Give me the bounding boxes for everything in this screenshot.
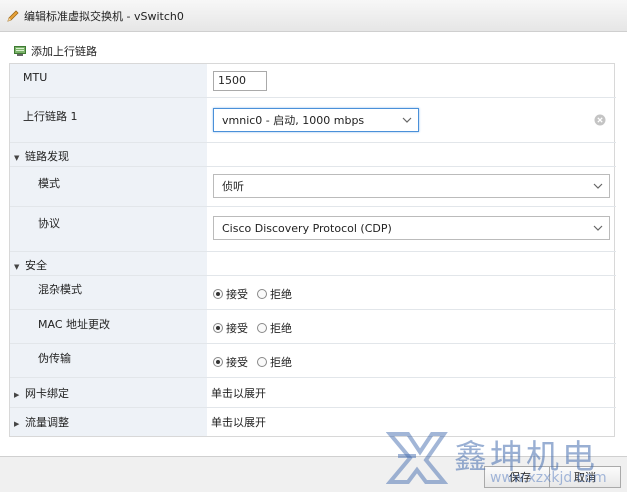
cancel-button[interactable]: 取消: [549, 466, 621, 488]
security-section[interactable]: ▼ 安全: [10, 252, 616, 276]
promiscuous-accept-radio[interactable]: 接受: [213, 286, 248, 302]
uplink-label: 上行链路 1: [23, 110, 78, 123]
dialog-titlebar: 编辑标准虚拟交换机 - vSwitch0: [0, 0, 627, 32]
mode-select-value: 侦听: [222, 180, 244, 193]
radio-unselected-icon: [257, 323, 267, 333]
mode-label: 模式: [38, 177, 60, 190]
add-uplink-label: 添加上行链路: [31, 45, 97, 58]
traffic-shaping-expand-hint[interactable]: 单击以展开: [211, 414, 266, 430]
expanded-triangle-icon: ▼: [14, 154, 20, 162]
expanded-triangle-icon: ▼: [14, 263, 20, 271]
mode-select[interactable]: 侦听: [213, 174, 610, 198]
radio-label: 拒绝: [270, 322, 292, 335]
mode-row: 模式 侦听: [10, 167, 616, 207]
nic-teaming-expand-hint[interactable]: 单击以展开: [211, 385, 266, 401]
link-discovery-header: ▼ 链路发现: [14, 148, 69, 164]
save-button[interactable]: 保存: [484, 466, 556, 488]
collapsed-triangle-icon: ▶: [14, 391, 20, 399]
radio-label: 拒绝: [270, 288, 292, 301]
radio-selected-icon: [213, 357, 223, 367]
mtu-row: MTU 1500: [10, 64, 616, 98]
nic-teaming-title: 网卡绑定: [25, 387, 69, 400]
protocol-select[interactable]: Cisco Discovery Protocol (CDP): [213, 216, 610, 240]
collapsed-triangle-icon: ▶: [14, 420, 20, 428]
mac-change-row: MAC 地址更改 接受 拒绝: [10, 310, 616, 344]
forged-transmits-accept-radio[interactable]: 接受: [213, 354, 248, 370]
traffic-shaping-title: 流量调整: [25, 416, 69, 429]
radio-label: 接受: [226, 322, 248, 335]
nic-teaming-header: ▶ 网卡绑定: [14, 385, 69, 401]
remove-uplink-icon[interactable]: [594, 114, 606, 126]
uplink-select-value: vmnic0 - 启动, 1000 mbps: [222, 114, 365, 127]
radio-selected-icon: [213, 323, 223, 333]
chevron-down-icon: [402, 117, 412, 123]
settings-panel: MTU 1500 上行链路 1 vmnic0 - 启动, 1000 mbps ▼…: [9, 63, 616, 437]
protocol-label: 协议: [38, 217, 60, 230]
promiscuous-reject-radio[interactable]: 拒绝: [257, 286, 292, 302]
radio-unselected-icon: [257, 289, 267, 299]
traffic-shaping-header: ▶ 流量调整: [14, 414, 69, 430]
radio-unselected-icon: [257, 357, 267, 367]
add-uplink-button[interactable]: 添加上行链路: [14, 44, 97, 58]
mac-change-label: MAC 地址更改: [38, 318, 110, 331]
pencil-icon: [7, 9, 19, 22]
mac-change-reject-radio[interactable]: 拒绝: [257, 320, 292, 336]
uplink-select[interactable]: vmnic0 - 启动, 1000 mbps: [213, 108, 419, 132]
radio-label: 拒绝: [270, 356, 292, 369]
chevron-down-icon: [593, 183, 603, 189]
nic-teaming-section[interactable]: ▶ 网卡绑定 单击以展开: [10, 378, 616, 408]
traffic-shaping-section[interactable]: ▶ 流量调整 单击以展开: [10, 408, 616, 437]
forged-transmits-reject-radio[interactable]: 拒绝: [257, 354, 292, 370]
dialog-footer: 保存 取消: [0, 456, 627, 492]
dialog-title: 编辑标准虚拟交换机 - vSwitch0: [24, 9, 184, 23]
mac-change-accept-radio[interactable]: 接受: [213, 320, 248, 336]
link-discovery-section[interactable]: ▼ 链路发现: [10, 143, 616, 167]
security-header: ▼ 安全: [14, 257, 47, 273]
promiscuous-label: 混杂模式: [38, 283, 82, 296]
link-discovery-title: 链路发现: [25, 150, 69, 163]
forged-transmits-label: 伪传输: [38, 352, 71, 365]
security-title: 安全: [25, 259, 47, 272]
forged-transmits-row: 伪传输 接受 拒绝: [10, 344, 616, 378]
promiscuous-row: 混杂模式 接受 拒绝: [10, 276, 616, 310]
chevron-down-icon: [593, 225, 603, 231]
radio-selected-icon: [213, 289, 223, 299]
mtu-label: MTU: [23, 71, 48, 84]
uplink-row: 上行链路 1 vmnic0 - 启动, 1000 mbps: [10, 98, 616, 143]
add-uplink-icon: [14, 46, 26, 56]
protocol-row: 协议 Cisco Discovery Protocol (CDP): [10, 207, 616, 252]
radio-label: 接受: [226, 288, 248, 301]
mtu-input[interactable]: 1500: [213, 71, 267, 91]
radio-label: 接受: [226, 356, 248, 369]
protocol-select-value: Cisco Discovery Protocol (CDP): [222, 221, 392, 235]
